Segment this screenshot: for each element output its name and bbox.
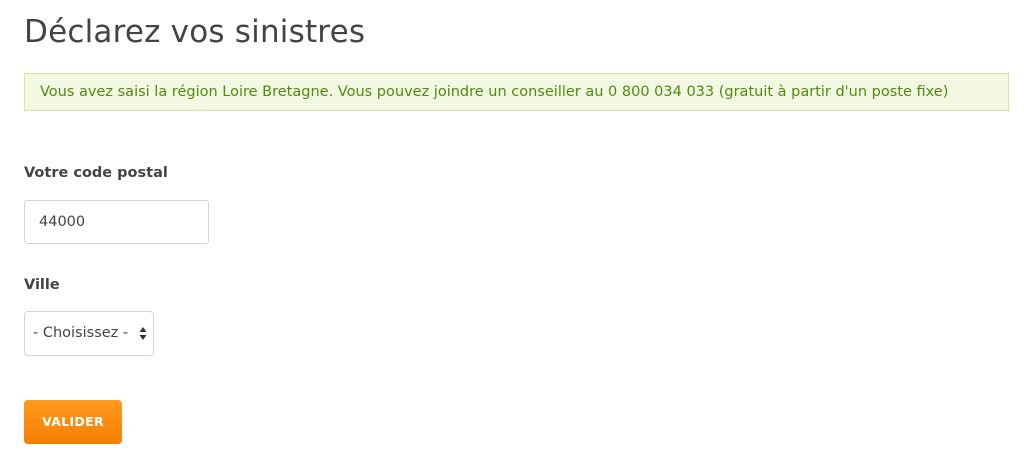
city-label: Ville [24,277,60,293]
city-select[interactable]: - Choisissez - [24,311,154,356]
postal-code-input[interactable] [24,200,209,244]
select-arrows-icon [139,327,147,340]
city-select-value: - Choisissez - [33,325,129,341]
page-title: Déclarez vos sinistres [24,14,366,50]
info-alert: Vous avez saisi la région Loire Bretagne… [24,73,1009,111]
submit-button[interactable]: VALIDER [24,400,122,444]
page: Déclarez vos sinistres Vous avez saisi l… [0,0,1024,465]
postal-code-label: Votre code postal [24,165,168,181]
